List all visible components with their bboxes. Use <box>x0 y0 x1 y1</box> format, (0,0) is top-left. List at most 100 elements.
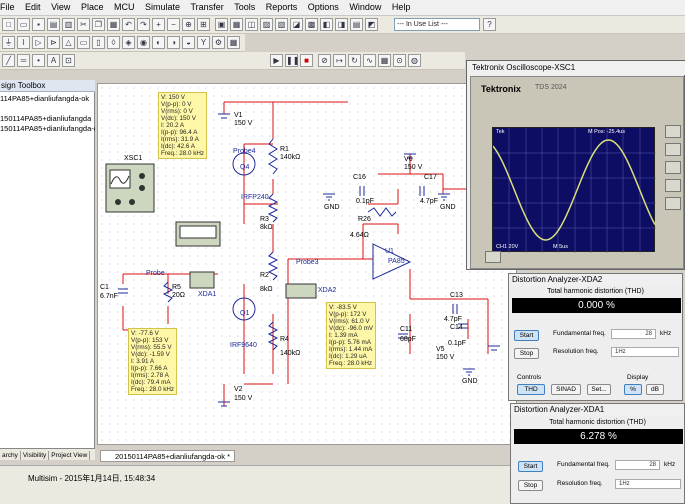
menu-mcu[interactable]: MCU <box>110 0 139 12</box>
schematic-canvas[interactable]: V: 150 V V(p-p): 0 V V(rms): 0 V V(dc): … <box>97 83 518 445</box>
tab-hierarchy[interactable]: archy <box>0 451 21 460</box>
erc-icon[interactable]: ◪ <box>290 18 303 31</box>
menu-help[interactable]: Help <box>388 0 415 12</box>
menu-simulate[interactable]: Simulate <box>141 0 184 12</box>
zoom-area-icon[interactable]: ⊕ <box>182 18 195 31</box>
menu-edit[interactable]: Edit <box>21 0 45 12</box>
junction-icon[interactable]: • <box>32 54 45 67</box>
bus-icon[interactable]: ═ <box>17 54 30 67</box>
xda1-res-select[interactable]: 1Hz <box>615 479 681 489</box>
oscilloscope-body: Tektronix TDS 2024 Tek M Pos: -25.4us CH… <box>470 76 684 269</box>
xda2-fund-unit: kHz <box>660 330 672 337</box>
cut-icon[interactable]: ✂ <box>77 18 90 31</box>
tab-project-view[interactable]: Project View <box>49 451 91 460</box>
document-tab[interactable]: 20150114PA85+dianliufangda-ok * <box>100 450 235 462</box>
xda1-start-button[interactable]: Start <box>518 461 543 472</box>
osc-menu-button-4[interactable] <box>665 179 681 192</box>
run-icon[interactable]: ▶ <box>270 54 283 67</box>
indicator-icon[interactable]: ◉ <box>137 36 150 49</box>
paste-icon[interactable]: ▦ <box>107 18 120 31</box>
xda1-stop-button[interactable]: Stop <box>518 480 543 491</box>
copy-icon[interactable]: ❐ <box>92 18 105 31</box>
advanced-peripherals-icon[interactable]: ◒ <box>182 36 195 49</box>
pause-icon[interactable]: ❚❚ <box>285 54 299 67</box>
xda2-res-select[interactable]: 1Hz <box>611 347 679 357</box>
xda2-db-button[interactable]: dB <box>646 384 664 395</box>
menu-view[interactable]: View <box>47 0 74 12</box>
probe-icon[interactable]: ⊘ <box>318 54 331 67</box>
osc-menu-button-1[interactable] <box>665 125 681 138</box>
xda2-stop-button[interactable]: Stop <box>514 348 539 359</box>
ttl-icon[interactable]: ▭ <box>77 36 90 49</box>
zoom-in-icon[interactable]: + <box>152 18 165 31</box>
zoom-fit-icon[interactable]: ⊞ <box>197 18 210 31</box>
rf-icon[interactable]: Y <box>197 36 210 49</box>
print-icon[interactable]: ▤ <box>47 18 60 31</box>
analog-icon[interactable]: △ <box>62 36 75 49</box>
print-preview-icon[interactable]: ▥ <box>62 18 75 31</box>
design-toolbox-icon[interactable]: ▣ <box>215 18 228 31</box>
xda2-start-button[interactable]: Start <box>514 330 539 341</box>
help-icon[interactable]: ? <box>483 18 496 31</box>
menu-place[interactable]: Place <box>77 0 108 12</box>
source-icon[interactable]: ⏚ <box>2 36 15 49</box>
misc-icon[interactable]: ◑ <box>167 36 180 49</box>
osc-menu-button-3[interactable] <box>665 161 681 174</box>
tree-item-sheet[interactable]: 150114PA85+dianliufangda <box>0 114 95 123</box>
grapher-icon[interactable]: ▨ <box>260 18 273 31</box>
component-wizard-icon[interactable]: ◩ <box>365 18 378 31</box>
sheet-icon[interactable]: ▤ <box>350 18 363 31</box>
xda2-set-button[interactable]: Set... <box>587 384 611 395</box>
menu-options[interactable]: Options <box>304 0 343 12</box>
cmos-icon[interactable]: ▯ <box>92 36 105 49</box>
undo-icon[interactable]: ↶ <box>122 18 135 31</box>
osc-power-button[interactable] <box>485 251 501 263</box>
wire-icon[interactable]: ╱ <box>2 54 15 67</box>
interactive-icon[interactable]: ↻ <box>348 54 361 67</box>
postprocessor-icon[interactable]: ▧ <box>275 18 288 31</box>
analysis-icon[interactable]: ∿ <box>363 54 376 67</box>
instrument-icon[interactable]: ◍ <box>408 54 421 67</box>
xda1-fund-input[interactable]: 28 <box>615 460 660 470</box>
new-icon[interactable]: □ <box>2 18 15 31</box>
redo-icon[interactable]: ↷ <box>137 18 150 31</box>
text-icon[interactable]: A <box>47 54 60 67</box>
xda2-thd-button[interactable]: THD <box>517 384 545 395</box>
menu-transfer[interactable]: Transfer <box>187 0 228 12</box>
backannotate-icon[interactable]: ◧ <box>320 18 333 31</box>
diode-icon[interactable]: ▷ <box>32 36 45 49</box>
hierarchical-icon[interactable]: ⊡ <box>62 54 75 67</box>
xda2-percent-button[interactable]: % <box>624 384 642 395</box>
postproc2-icon[interactable]: ▦ <box>378 54 391 67</box>
spreadsheet-icon[interactable]: ▦ <box>230 18 243 31</box>
menu-window[interactable]: Window <box>345 0 385 12</box>
power-icon[interactable]: ◐ <box>152 36 165 49</box>
osc-menu-button-2[interactable] <box>665 143 681 156</box>
forward-annotate-icon[interactable]: ◨ <box>335 18 348 31</box>
transistor-icon[interactable]: ⊳ <box>47 36 60 49</box>
xda2-sinad-button[interactable]: SINAD <box>551 384 581 395</box>
basic-icon[interactable]: ⌇ <box>17 36 30 49</box>
probe-settings-icon[interactable]: ⊙ <box>393 54 406 67</box>
breadboard-icon[interactable]: ▩ <box>305 18 318 31</box>
mcu-icon[interactable]: ▦ <box>227 36 240 49</box>
osc-menu-button-5[interactable] <box>665 197 681 210</box>
menu-file[interactable]: File <box>0 0 19 12</box>
misc-digital-icon[interactable]: ◊ <box>107 36 120 49</box>
electromechanical-icon[interactable]: ⚙ <box>212 36 225 49</box>
database-icon[interactable]: ◫ <box>245 18 258 31</box>
tree-item-project[interactable]: 114PA85+dianliufangda-ok <box>0 94 95 103</box>
step-icon[interactable]: ↦ <box>333 54 346 67</box>
open-icon[interactable]: ▭ <box>17 18 30 31</box>
mixed-icon[interactable]: ◈ <box>122 36 135 49</box>
save-icon[interactable]: ▪ <box>32 18 45 31</box>
menu-tools[interactable]: Tools <box>230 0 259 12</box>
tab-visibility[interactable]: Visibility <box>21 451 50 460</box>
tree-item-sheet-ok[interactable]: 150114PA85+dianliufangda-ok <box>0 124 95 133</box>
menu-reports[interactable]: Reports <box>262 0 302 12</box>
zoom-out-icon[interactable]: − <box>167 18 180 31</box>
in-use-list-select[interactable]: --- In Use List --- <box>394 18 480 31</box>
xda2-fund-input[interactable]: 28 <box>611 329 656 339</box>
stop-icon[interactable]: ■ <box>300 54 313 67</box>
probe2-line: Freq.: 28.0 kHz <box>131 386 175 393</box>
